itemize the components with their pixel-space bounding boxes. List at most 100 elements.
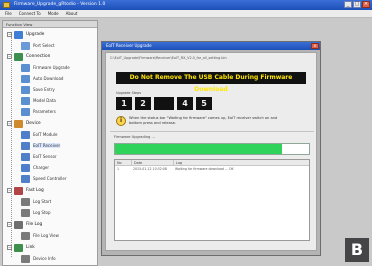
log-row[interactable]: 1 2015-01-12 10:32:08 Waiting for firmware… (115, 166, 309, 172)
tree-item-label: Speed Controller (33, 176, 67, 181)
info-icon (21, 254, 30, 263)
step-5: 5 (196, 97, 212, 110)
upgrade-progress-bar (114, 143, 310, 155)
tree-item-label: Save Entry (33, 87, 55, 92)
menu-about[interactable]: About (66, 10, 78, 17)
esc-icon (21, 174, 30, 183)
app-icon (3, 2, 10, 8)
tree-item-label: Device (26, 121, 41, 126)
port-icon (21, 41, 30, 50)
tree-item[interactable]: Log Stop (21, 207, 51, 218)
dialog-title: EoIT Receiver Upgrade (106, 43, 152, 48)
log-list[interactable]: No Date Log 1 2015-01-12 10:32:08 Waiting … (114, 159, 310, 241)
tree-item-label: Port Select (33, 43, 55, 48)
tree-item[interactable]: EoIT Module (21, 129, 57, 140)
menu-bar: File Connect To Mode About (0, 10, 372, 18)
window-title: Firmware_Upgrade_gRtodio - Version 1.0 (14, 2, 106, 7)
figure-label: B (345, 238, 369, 262)
firmware-path: C:\EoIT_Upgrade\Firmware\Receiver\EoIT_R… (110, 56, 227, 60)
progress-fill (115, 144, 282, 154)
sensor-icon (21, 152, 30, 161)
tree-item[interactable]: Port Select (21, 40, 55, 51)
tree-item[interactable]: Speed Controller (21, 173, 67, 184)
log-col-date[interactable]: Date (131, 160, 173, 165)
tree-item-label: Log Stop (33, 210, 51, 215)
log-body: 1 2015-01-12 10:32:08 Waiting for firmware… (115, 166, 309, 172)
tree-item[interactable]: File Log View (21, 230, 59, 241)
tree-item-label: Auto Download (33, 76, 64, 81)
tree-item-label: Model Data (33, 98, 56, 103)
play-icon (21, 197, 30, 206)
tree-item[interactable]: − Connection (7, 51, 50, 62)
tree-item[interactable]: − Fast Log (7, 185, 44, 196)
save-icon (21, 85, 30, 94)
tree-item-label: Parameters (33, 109, 56, 114)
receiver-icon (21, 141, 30, 150)
tree-item[interactable]: Device Info (21, 253, 56, 264)
tree-item-label: File Log View (33, 233, 59, 238)
window-controls: _ □ × (344, 1, 370, 8)
tree-item[interactable]: − File Log (7, 219, 42, 230)
minimize-button[interactable]: _ (344, 1, 352, 8)
tree-header: Function View (3, 21, 97, 28)
log-col-log[interactable]: Log (173, 160, 309, 165)
tree-item-label: Device Info (33, 256, 56, 261)
progress-label: Firmware Upgrading ... (114, 135, 155, 139)
chip-icon (21, 63, 30, 72)
dialog-titlebar: EoIT Receiver Upgrade × (102, 42, 320, 50)
menu-connect-to[interactable]: Connect To (19, 10, 41, 17)
module-icon (21, 130, 30, 139)
step-1: 1 (116, 97, 132, 110)
warning-banner: Do Not Remove The USB Cable During Firmw… (116, 72, 306, 93)
tree-item[interactable]: Model Data (21, 95, 56, 106)
tree-item[interactable]: EoIT Receiver (21, 140, 61, 151)
tree-item[interactable]: Save Entry (21, 84, 55, 95)
step-2: 2 (135, 97, 151, 110)
tree-item[interactable]: Log Start (21, 196, 51, 207)
function-tree-panel: Function View − Upgrade Port Select − Connec… (2, 20, 98, 266)
charger-icon (21, 163, 30, 172)
maximize-button[interactable]: □ (353, 1, 361, 8)
download-icon (21, 74, 30, 83)
tree-item-label: EoIT Module (33, 132, 58, 137)
log-cell: Waiting for firmware download ... OK (175, 167, 234, 171)
tree-item-label: Connection (26, 54, 51, 59)
file-icon (14, 220, 23, 229)
tree-item-label: EoIT Sensor (33, 154, 57, 159)
log-col-no[interactable]: No (115, 160, 131, 165)
tree-item-label: Firmware Upgrade (33, 65, 70, 70)
close-button[interactable]: × (362, 1, 370, 8)
tree-item[interactable]: Firmware Upgrade (21, 62, 70, 73)
menu-mode[interactable]: Mode (48, 10, 59, 17)
database-icon (21, 96, 30, 105)
link-icon (14, 52, 23, 61)
tree-item[interactable]: − Upgrade (7, 29, 44, 40)
view-icon (21, 231, 30, 240)
tree-item[interactable]: Charger (21, 162, 49, 173)
dialog-close-button[interactable]: × (311, 43, 319, 49)
tree-item[interactable]: − Device (7, 118, 41, 129)
tree-item[interactable]: Auto Download (21, 73, 63, 84)
app-screen: Firmware_Upgrade_gRtodio - Version 1.0 _… (0, 0, 372, 266)
tree-item[interactable]: Parameters (21, 106, 56, 117)
log-cell: 1 (117, 167, 120, 171)
dialog-body: C:\EoIT_Upgrade\Firmware\Receiver\EoIT_R… (105, 52, 317, 251)
main-window-titlebar: Firmware_Upgrade_gRtodio - Version 1.0 _… (0, 0, 372, 10)
info-icon: i (116, 116, 126, 126)
receiver-upgrade-dialog: EoIT Receiver Upgrade × C:\EoIT_Upgrade\… (101, 41, 321, 256)
instruction-note: When the status bar "Waiting for firmwar… (129, 116, 278, 125)
menu-file[interactable]: File (5, 10, 12, 17)
tree-item[interactable]: EoIT Sensor (21, 151, 57, 162)
tree-connector (11, 37, 12, 257)
tree-item-label: Link (26, 245, 35, 250)
upgrade-steps: 1 2 4 5 (116, 97, 212, 110)
tree-item-label: Log Start (33, 199, 52, 204)
device-icon (14, 119, 23, 128)
tree-item-label: Charger (33, 165, 49, 170)
tree-item-label: File Log (26, 222, 43, 227)
step-4: 4 (177, 97, 193, 110)
log-cell: 2015-01-12 10:32:08 (133, 167, 167, 171)
step-3 (154, 97, 174, 110)
sliders-icon (21, 107, 30, 116)
tree-item-label: EoIT Receiver (33, 143, 61, 148)
